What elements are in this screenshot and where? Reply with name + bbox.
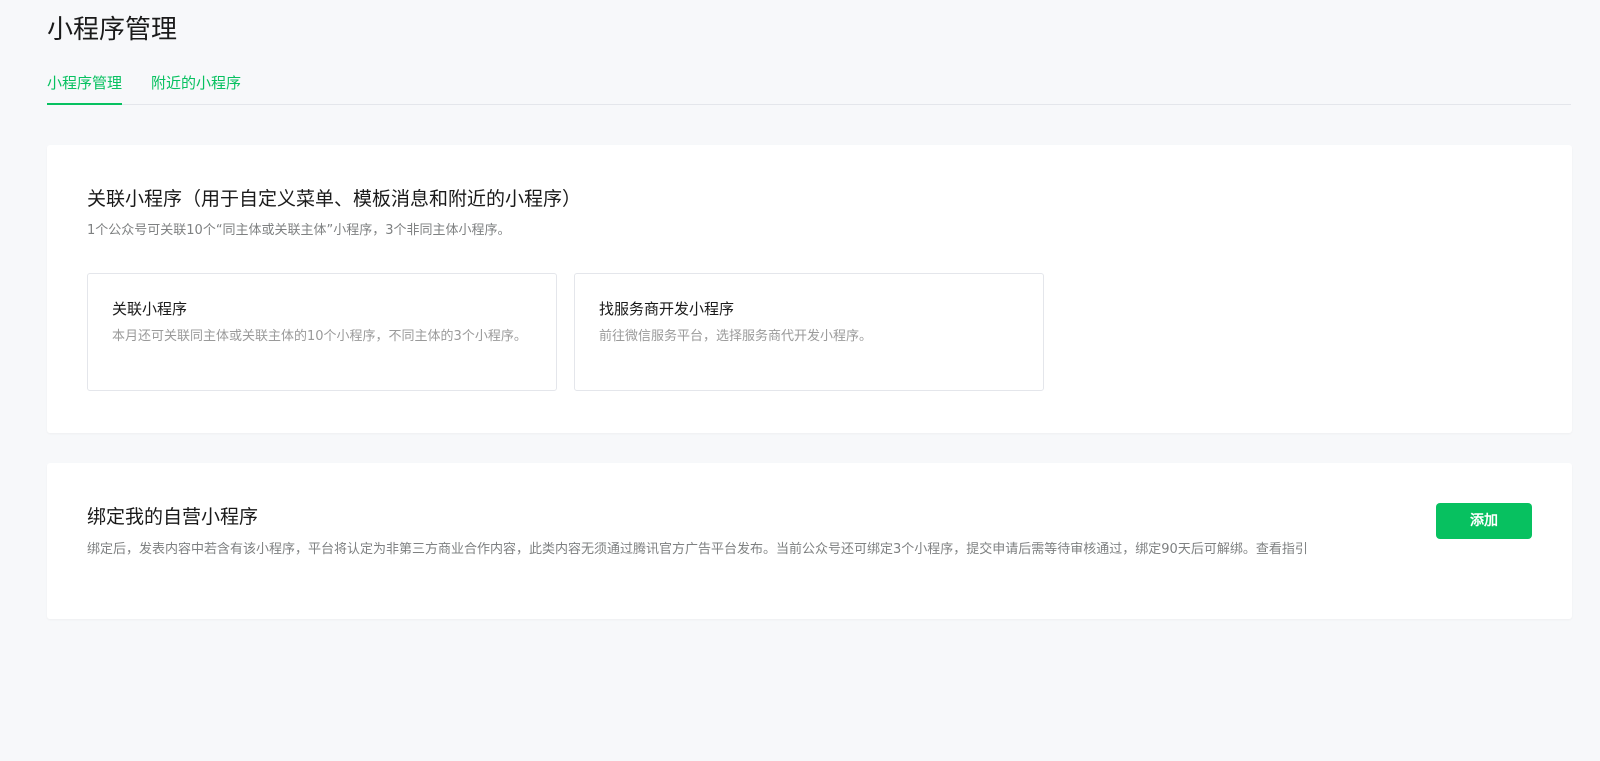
option-title: 找服务商开发小程序 xyxy=(599,300,735,318)
link-section-description: 1个公众号可关联10个“同主体或关联主体”小程序，3个非同主体小程序。 xyxy=(87,223,511,238)
page-title: 小程序管理 xyxy=(47,15,178,45)
option-description: 本月还可关联同主体或关联主体的10个小程序，不同主体的3个小程序。 xyxy=(112,329,527,344)
link-mini-program-card: 关联小程序（用于自定义菜单、模板消息和附近的小程序） 1个公众号可关联10个“同… xyxy=(47,145,1572,433)
add-button[interactable]: 添加 xyxy=(1436,503,1532,539)
link-section-title: 关联小程序（用于自定义菜单、模板消息和附近的小程序） xyxy=(87,188,582,210)
bind-section-title: 绑定我的自营小程序 xyxy=(87,506,259,528)
tab-bar: 小程序管理 附近的小程序 xyxy=(47,72,1571,105)
bind-own-mini-program-card: 绑定我的自营小程序 绑定后，发表内容中若含有该小程序，平台将认定为非第三方商业合… xyxy=(47,463,1572,619)
link-mini-program-option[interactable]: 关联小程序 本月还可关联同主体或关联主体的10个小程序，不同主体的3个小程序。 xyxy=(87,273,557,391)
bind-section-description: 绑定后，发表内容中若含有该小程序，平台将认定为非第三方商业合作内容，此类内容无须… xyxy=(87,542,1308,557)
tab-mini-program-management[interactable]: 小程序管理 xyxy=(47,72,123,105)
mini-program-management-page: 小程序管理 小程序管理 附近的小程序 关联小程序（用于自定义菜单、模板消息和附近… xyxy=(0,0,1600,761)
option-description: 前往微信服务平台，选择服务商代开发小程序。 xyxy=(599,329,873,344)
find-service-provider-option[interactable]: 找服务商开发小程序 前往微信服务平台，选择服务商代开发小程序。 xyxy=(574,273,1044,391)
option-title: 关联小程序 xyxy=(112,300,188,318)
tab-nearby-mini-programs[interactable]: 附近的小程序 xyxy=(151,72,241,104)
